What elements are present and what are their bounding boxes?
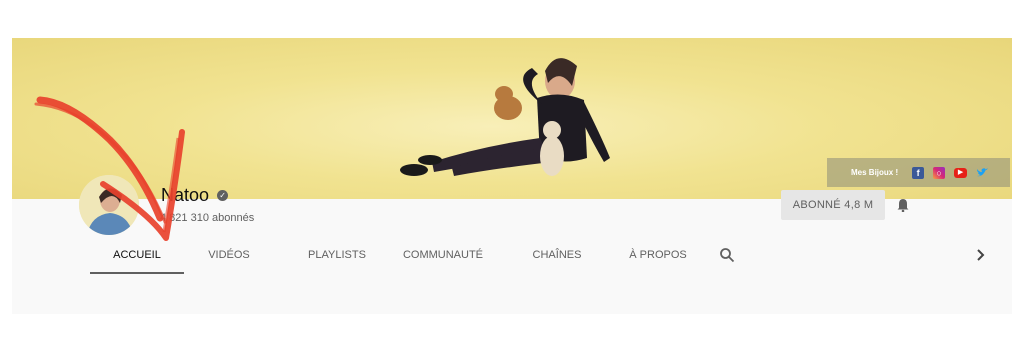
channel-avatar[interactable] [79, 175, 139, 235]
banner-links: Mes Bijoux ! f ○ ▶ [827, 158, 1010, 187]
channel-title: Natoo ✓ [161, 185, 229, 206]
channel-name[interactable]: Natoo [161, 185, 209, 206]
facebook-icon[interactable]: f [912, 166, 925, 179]
twitter-icon[interactable] [976, 167, 989, 179]
tab-playlists[interactable]: PLAYLISTS [292, 240, 382, 272]
instagram-icon[interactable]: ○ [933, 166, 946, 179]
bell-icon[interactable] [896, 198, 910, 212]
banner-link-label[interactable]: Mes Bijoux ! [851, 168, 898, 177]
tab-videos[interactable]: VIDÉOS [196, 240, 262, 272]
youtube-icon[interactable]: ▶ [954, 167, 968, 178]
tab-chaines[interactable]: CHAÎNES [520, 240, 594, 272]
chevron-right-icon[interactable] [974, 248, 986, 262]
subscribe-button[interactable]: ABONNÉ 4,8 M [781, 190, 885, 220]
subscriber-count: 4 821 310 abonnés [160, 212, 255, 224]
tab-accueil[interactable]: ACCUEIL [90, 240, 184, 274]
verified-icon: ✓ [217, 190, 229, 201]
tab-a-propos[interactable]: À PROPOS [618, 240, 698, 272]
tab-communaute[interactable]: COMMUNAUTÉ [398, 240, 488, 272]
search-icon[interactable] [719, 247, 735, 263]
channel-banner: Mes Bijoux ! f ○ ▶ [12, 38, 1012, 199]
